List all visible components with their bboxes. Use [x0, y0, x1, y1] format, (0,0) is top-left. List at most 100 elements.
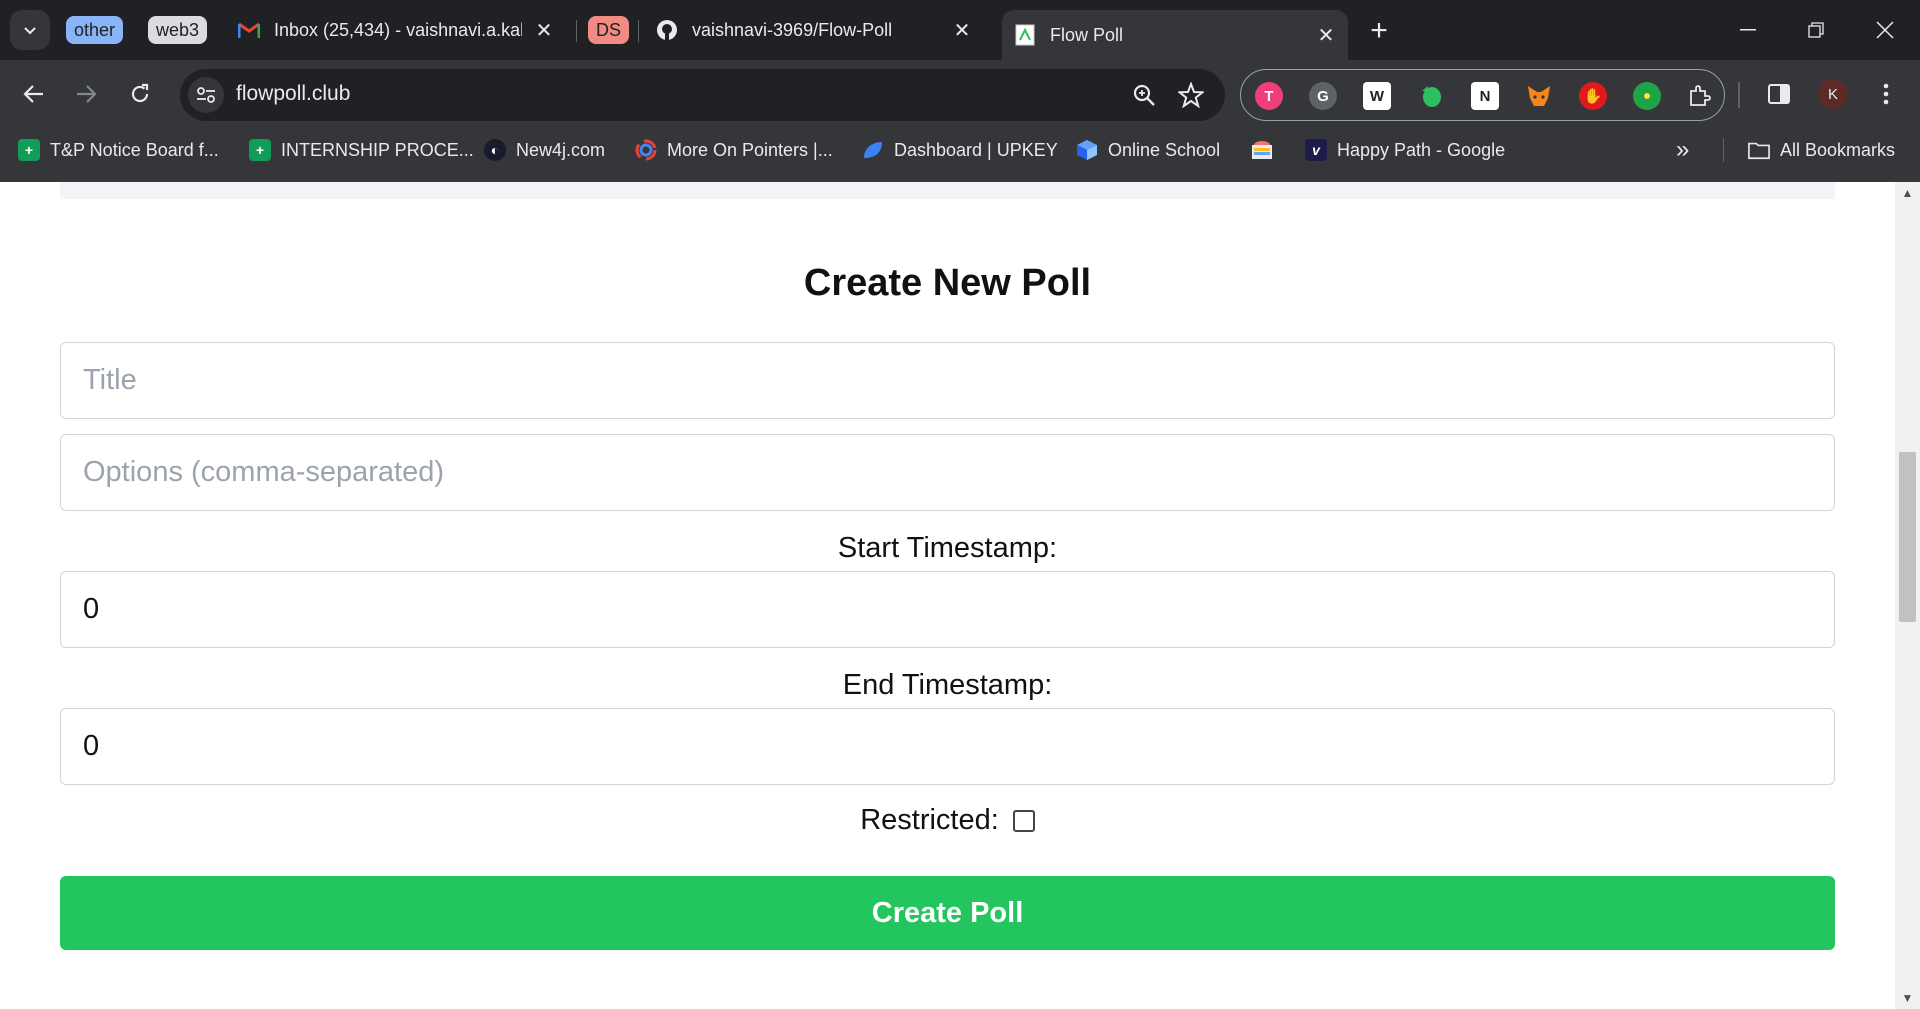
bookmark-item[interactable]: v Happy Path - Google [1305, 130, 1505, 170]
gmail-icon [238, 19, 260, 41]
end-timestamp-label: End Timestamp: [842, 669, 1053, 701]
sheets-icon: + [18, 139, 40, 161]
browser-toolbar: flowpoll.club T G W N ✋ K [0, 60, 1920, 130]
reload-button[interactable] [120, 74, 160, 114]
upkey-icon [862, 139, 884, 161]
notion-icon[interactable]: N [1471, 82, 1499, 110]
scroll-up-icon[interactable]: ▲ [1895, 184, 1920, 202]
wikipedia-icon[interactable]: W [1363, 82, 1391, 110]
close-icon [1876, 21, 1894, 39]
chevron-down-icon [24, 27, 36, 35]
create-poll-button[interactable]: Create Poll [60, 876, 1835, 950]
page-viewport: Create New Poll Start Timestamp: End Tim… [0, 182, 1920, 1009]
zoom-icon[interactable] [1130, 81, 1158, 109]
minimize-button[interactable] [1725, 10, 1771, 50]
close-icon[interactable]: ✕ [1314, 23, 1338, 47]
tools-extension-icon[interactable]: T [1255, 82, 1283, 110]
restricted-checkbox[interactable] [1012, 809, 1035, 832]
tab-group-ds[interactable]: DS [588, 16, 630, 44]
options-input[interactable] [60, 434, 1835, 511]
bookmark-item[interactable]: + T&P Notice Board f... [18, 130, 219, 170]
address-bar[interactable]: flowpoll.club [180, 69, 1225, 121]
page-scrollbar[interactable]: ▲ ▼ [1895, 182, 1920, 1009]
close-icon[interactable]: ✕ [950, 18, 974, 42]
forward-arrow-icon [77, 85, 97, 103]
reload-icon [131, 83, 149, 103]
happy-path-icon: v [1305, 139, 1327, 161]
bookmark-item[interactable]: Online School [1076, 130, 1220, 170]
site-info-button[interactable] [188, 77, 224, 113]
close-window-button[interactable] [1862, 10, 1908, 50]
start-timestamp-label: Start Timestamp: [837, 532, 1058, 564]
kebab-menu-icon [1883, 83, 1889, 105]
bookmark-item[interactable] [1251, 130, 1283, 170]
bookmark-label: Online School [1108, 139, 1221, 160]
pointers-icon [635, 139, 657, 161]
scroll-down-icon[interactable]: ▼ [1895, 989, 1920, 1007]
grammarly-icon[interactable]: G [1309, 82, 1337, 110]
tab-separator [638, 20, 639, 42]
extensions-bar: T G W N ✋ [1240, 69, 1725, 121]
more-bookmarks-button[interactable]: » [1676, 130, 1689, 170]
tab-flow-poll[interactable]: Flow Poll ✕ [1002, 10, 1348, 60]
bookmark-label: T&P Notice Board f... [50, 139, 219, 160]
tab-gmail[interactable]: Inbox (25,434) - vaishnavi.a.kale ✕ [226, 10, 566, 50]
tab-title: Flow Poll [1050, 24, 1124, 45]
bookmark-star-icon[interactable] [1177, 81, 1205, 109]
bookmark-label: More On Pointers |... [667, 139, 833, 160]
toolbar-divider [1738, 82, 1740, 108]
bookmarks-divider [1723, 138, 1724, 162]
tab-separator [576, 20, 577, 42]
profile-button[interactable]: K [1813, 74, 1853, 114]
folder-icon [1748, 139, 1770, 161]
bookmarks-bar: + T&P Notice Board f... + INTERNSHIP PRO… [0, 130, 1920, 182]
new-tab-button[interactable]: + [1362, 14, 1396, 48]
side-panel-icon [1768, 84, 1790, 104]
avatar: K [1818, 79, 1848, 109]
menu-button[interactable] [1866, 74, 1906, 114]
bookmark-label: Happy Path - Google [1337, 139, 1506, 160]
school-icon [1076, 139, 1098, 161]
bookmark-item[interactable]: + INTERNSHIP PROCE... [249, 130, 474, 170]
github-icon [656, 19, 678, 41]
tab-group-other[interactable]: other [66, 16, 124, 44]
green-dot-extension-icon[interactable] [1633, 82, 1661, 110]
scrollbar-thumb[interactable] [1899, 452, 1916, 622]
back-arrow-icon [23, 85, 43, 103]
adblock-hand-icon[interactable]: ✋ [1579, 82, 1607, 110]
all-bookmarks-button[interactable]: All Bookmarks [1748, 130, 1895, 170]
close-icon[interactable]: ✕ [532, 18, 556, 42]
minimize-icon [1740, 29, 1756, 31]
browser-tab-strip: other web3 Inbox (25,434) - vaishnavi.a.… [0, 0, 1920, 60]
tab-group-web3[interactable]: web3 [148, 16, 208, 44]
header-strip [60, 182, 1835, 199]
double-chevron-right-icon: » [1676, 136, 1690, 163]
side-panel-button[interactable] [1759, 74, 1799, 114]
page-title: Create New Poll [803, 262, 1092, 304]
title-input[interactable] [60, 342, 1835, 419]
bookmark-label: INTERNSHIP PROCE... [281, 139, 474, 160]
bookmark-item[interactable]: More On Pointers |... [635, 130, 833, 170]
extensions-puzzle-icon[interactable] [1685, 82, 1713, 110]
forward-button[interactable] [66, 74, 106, 114]
bookmark-item[interactable]: ◐ New4j.com [484, 130, 605, 170]
back-button[interactable] [14, 74, 54, 114]
evernote-icon[interactable] [1417, 82, 1445, 110]
tab-title: vaishnavi-3969/Flow-Poll [692, 19, 893, 40]
sheets-icon: + [249, 139, 271, 161]
end-timestamp-input[interactable] [60, 708, 1835, 785]
bookmark-label: New4j.com [516, 139, 606, 160]
tab-search-button[interactable] [10, 10, 50, 50]
tab-github[interactable]: vaishnavi-3969/Flow-Poll ✕ [644, 10, 984, 50]
restricted-row: Restricted: [0, 804, 1895, 837]
metamask-icon[interactable] [1525, 82, 1553, 110]
url-text[interactable]: flowpoll.club [236, 82, 350, 106]
new4j-icon: ◐ [484, 139, 506, 161]
bookmark-item[interactable]: Dashboard | UPKEY [862, 130, 1058, 170]
start-timestamp-input[interactable] [60, 571, 1835, 648]
rainbow-icon [1251, 139, 1273, 161]
flow-poll-icon [1014, 24, 1036, 46]
restricted-label: Restricted: [860, 804, 999, 836]
restore-icon [1808, 22, 1824, 38]
restore-button[interactable] [1793, 10, 1839, 50]
